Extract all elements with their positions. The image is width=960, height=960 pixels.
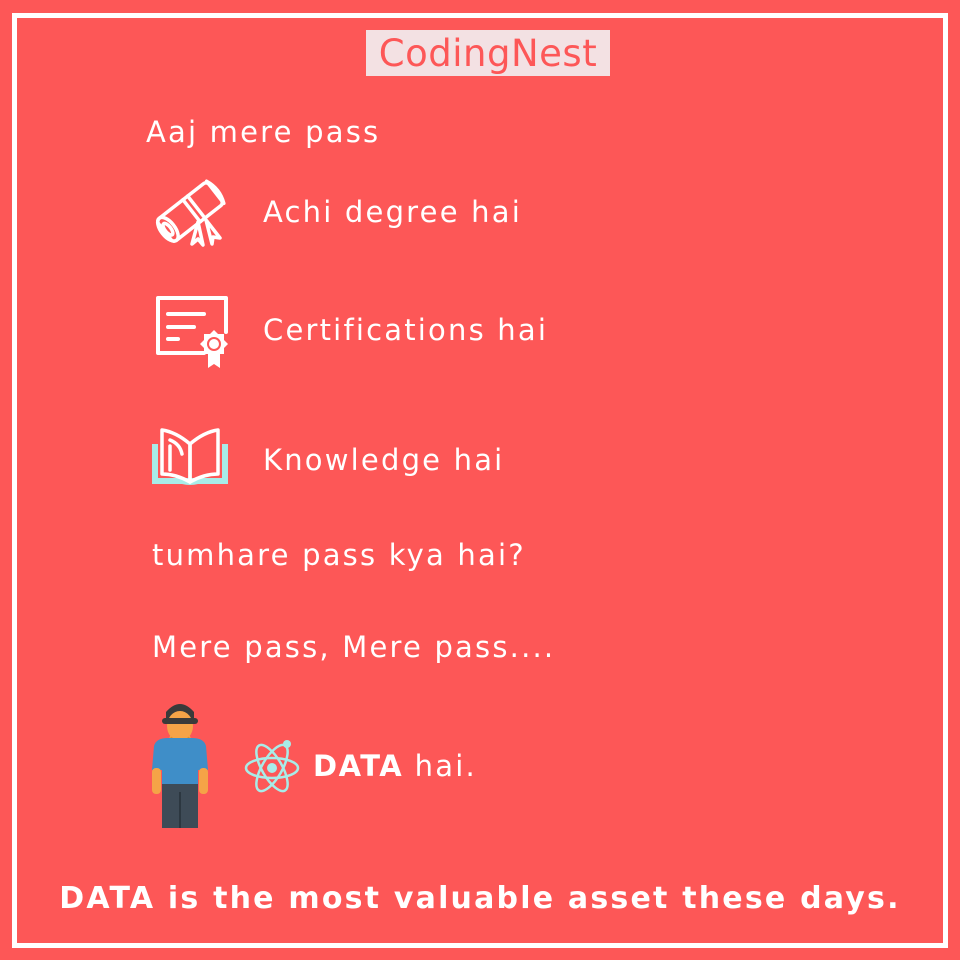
item-label-certifications: Certifications hai xyxy=(263,313,549,347)
answer-strong-word: DATA xyxy=(313,749,404,783)
intro-text: Aaj mere pass xyxy=(146,115,381,149)
footer-tagline: DATA is the most valuable asset these da… xyxy=(59,881,901,916)
certificate-icon xyxy=(154,294,234,372)
logo: CodingNest xyxy=(366,30,610,76)
logo-text: CodingNest xyxy=(378,31,598,75)
reply-text: Mere pass, Mere pass.... xyxy=(152,630,556,664)
poster: CodingNest Aaj mere pass Achi degree hai xyxy=(0,0,960,960)
item-label-degree: Achi degree hai xyxy=(263,195,522,229)
answer-rest: hai. xyxy=(414,749,477,783)
person-icon xyxy=(148,700,214,836)
answer-text: DATA hai. xyxy=(313,752,477,781)
question-text: tumhare pass kya hai? xyxy=(152,538,526,572)
atom-icon xyxy=(242,736,304,800)
item-label-knowledge: Knowledge hai xyxy=(263,443,505,477)
open-book-icon xyxy=(150,424,230,494)
diploma-scroll-icon xyxy=(148,174,232,254)
